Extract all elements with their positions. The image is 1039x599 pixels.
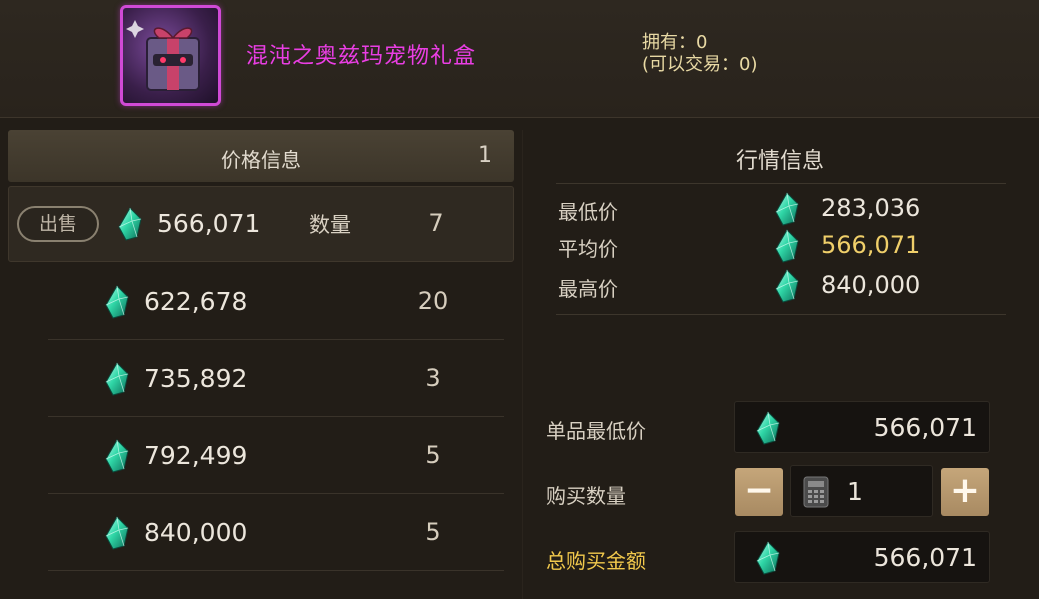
- pet-gift-box-icon: [120, 5, 221, 106]
- market-divider: [556, 183, 1006, 184]
- row-divider: [48, 416, 504, 417]
- gem-icon: [104, 362, 130, 396]
- quantity-label: 数量: [309, 213, 351, 237]
- gem-icon: [104, 439, 130, 473]
- row-divider: [48, 570, 504, 571]
- max-price-label: 最高价: [558, 277, 618, 301]
- min-price-value: 283,036: [821, 194, 921, 222]
- row-divider: [48, 339, 504, 340]
- listing-row[interactable]: 622,678 20: [8, 264, 514, 340]
- gem-icon: [774, 229, 800, 263]
- panel-divider: [522, 130, 523, 599]
- quantity-value: 1: [847, 477, 863, 506]
- gem-icon: [117, 207, 143, 241]
- gem-icon: [755, 541, 781, 575]
- unit-min-price-label: 单品最低价: [546, 419, 646, 443]
- listing-quantity: 5: [425, 441, 441, 469]
- listing-quantity: 3: [425, 364, 441, 392]
- item-header: 混沌之奥兹玛宠物礼盒 拥有：0 (可以交易：0): [0, 0, 1039, 118]
- increase-quantity-button[interactable]: +: [941, 468, 989, 516]
- page-number: 1: [478, 143, 492, 168]
- owned-count: 拥有：0: [642, 32, 708, 53]
- listing-price: 566,071: [157, 209, 261, 238]
- min-price-label: 最低价: [558, 200, 618, 224]
- price-info-title: 价格信息: [221, 148, 301, 172]
- price-info-header: 价格信息 1: [8, 130, 514, 182]
- listing-quantity: 7: [428, 209, 444, 237]
- total-price-value: 566,071: [873, 543, 977, 572]
- avg-price-value: 566,071: [821, 231, 921, 259]
- listing-row[interactable]: 840,000 5: [8, 495, 514, 571]
- listing-row[interactable]: 出售 566,071 数量 7: [8, 186, 514, 262]
- total-price-label: 总购买金额: [546, 549, 646, 573]
- total-price-field: 566,071: [734, 531, 990, 583]
- listing-quantity: 20: [417, 287, 449, 315]
- listing-price: 840,000: [144, 518, 248, 547]
- decrease-quantity-button[interactable]: −: [735, 468, 783, 516]
- tradable-count: (可以交易：0): [642, 54, 758, 75]
- row-divider: [48, 493, 504, 494]
- avg-price-label: 平均价: [558, 237, 618, 261]
- gem-icon: [104, 285, 130, 319]
- gem-icon: [104, 516, 130, 550]
- gem-icon: [774, 192, 800, 226]
- owned-info: 拥有：0 (可以交易：0): [642, 32, 758, 76]
- sell-button[interactable]: 出售: [17, 206, 99, 242]
- market-divider: [556, 314, 1006, 315]
- listing-price: 735,892: [144, 364, 248, 393]
- max-price-value: 840,000: [821, 271, 921, 299]
- unit-min-price-value: 566,071: [873, 413, 977, 442]
- unit-min-price-field: 566,071: [734, 401, 990, 453]
- listing-quantity: 5: [425, 518, 441, 546]
- calculator-icon[interactable]: [803, 476, 829, 508]
- gem-icon: [774, 269, 800, 303]
- quantity-input[interactable]: 1: [790, 465, 933, 517]
- gem-icon: [755, 411, 781, 445]
- listing-price: 792,499: [144, 441, 248, 470]
- listing-row[interactable]: 792,499 5: [8, 418, 514, 494]
- listing-price: 622,678: [144, 287, 248, 316]
- market-info-title: 行情信息: [735, 149, 824, 174]
- purchase-quantity-label: 购买数量: [546, 484, 626, 508]
- listing-row[interactable]: 735,892 3: [8, 341, 514, 417]
- item-name: 混沌之奥兹玛宠物礼盒: [246, 44, 477, 69]
